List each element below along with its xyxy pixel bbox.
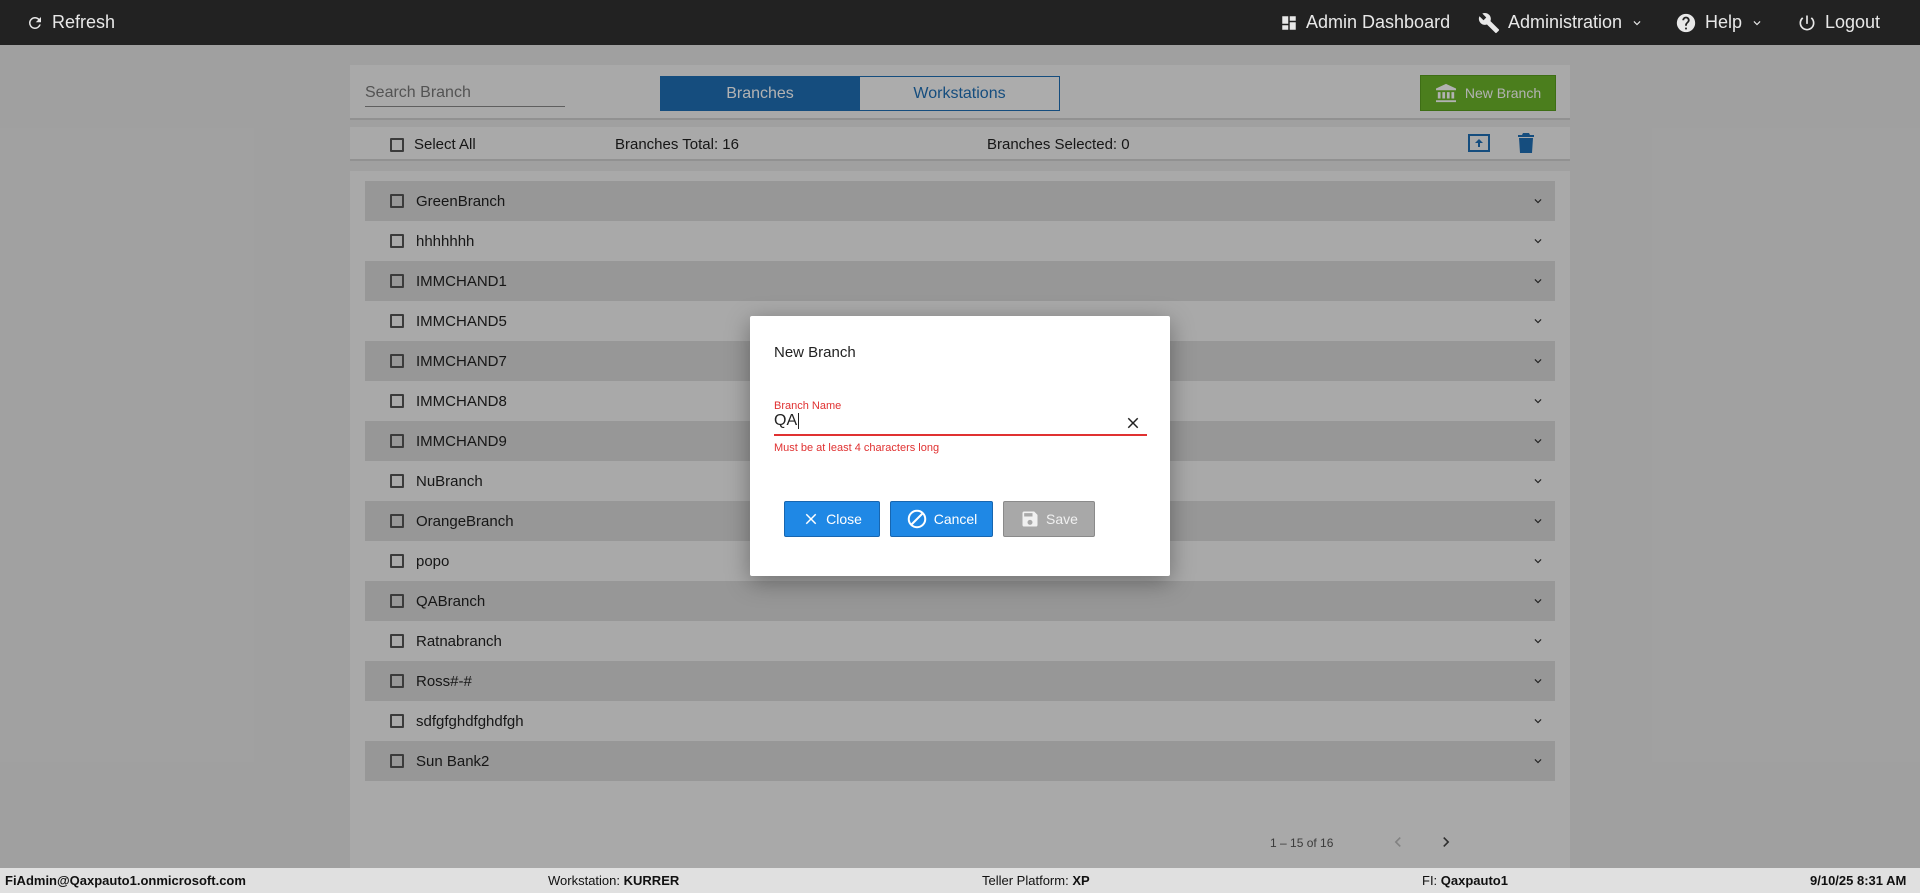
logout-button[interactable]: Logout	[1797, 0, 1880, 45]
status-bar: FiAdmin@Qaxpauto1.onmicrosoft.com Workst…	[0, 868, 1920, 893]
wrench-icon	[1478, 12, 1500, 33]
fi-value: Qaxpauto1	[1440, 873, 1508, 888]
administration-menu[interactable]: Administration	[1478, 0, 1644, 45]
top-nav-bar: Refresh Admin Dashboard Administration H…	[0, 0, 1920, 45]
branch-name-value: QA	[774, 412, 798, 429]
platform-value: XP	[1072, 873, 1090, 888]
admin-dashboard-link[interactable]: Admin Dashboard	[1280, 0, 1450, 45]
help-icon	[1676, 13, 1696, 32]
administration-label: Administration	[1508, 12, 1623, 32]
refresh-label: Refresh	[52, 12, 116, 32]
text-caret	[798, 412, 800, 429]
chevron-down-icon	[1633, 20, 1641, 25]
close-label: Close	[826, 511, 862, 527]
clear-icon[interactable]	[1124, 414, 1142, 432]
cancel-label: Cancel	[933, 511, 978, 527]
branch-name-label: Branch Name	[774, 400, 842, 412]
refresh-button[interactable]: Refresh	[26, 0, 115, 45]
help-menu[interactable]: Help	[1675, 0, 1764, 45]
platform-label: Teller Platform:	[982, 873, 1069, 888]
cancel-icon	[907, 509, 926, 529]
close-button[interactable]: Close	[784, 501, 880, 537]
branch-name-input[interactable]: QA	[774, 412, 1147, 436]
help-label: Help	[1705, 12, 1743, 32]
new-branch-dialog: New Branch Branch Name QA Must be at lea…	[750, 316, 1170, 576]
logout-label: Logout	[1825, 12, 1881, 32]
workstation-value: KURRER	[623, 873, 680, 888]
power-icon	[1799, 15, 1815, 30]
branch-name-error: Must be at least 4 characters long	[774, 442, 940, 454]
workstation-status: Workstation: KURRER	[548, 873, 679, 888]
workstation-label: Workstation:	[548, 873, 621, 888]
save-icon	[1022, 511, 1038, 527]
admin-dashboard-label: Admin Dashboard	[1306, 12, 1451, 32]
save-label: Save	[1046, 511, 1078, 527]
dashboard-icon	[1282, 15, 1296, 30]
dialog-title: New Branch	[774, 344, 856, 361]
fi-status: FI: Qaxpauto1	[1422, 873, 1508, 888]
platform-status: Teller Platform: XP	[982, 873, 1090, 888]
refresh-icon	[28, 16, 41, 29]
close-icon	[805, 513, 817, 525]
current-user: FiAdmin@Qaxpauto1.onmicrosoft.com	[5, 873, 246, 888]
cancel-button[interactable]: Cancel	[890, 501, 993, 537]
fi-label: FI:	[1422, 873, 1438, 888]
datetime: 9/10/25 8:31 AM	[1810, 873, 1907, 888]
chevron-down-icon	[1753, 20, 1761, 25]
save-button[interactable]: Save	[1003, 501, 1095, 537]
